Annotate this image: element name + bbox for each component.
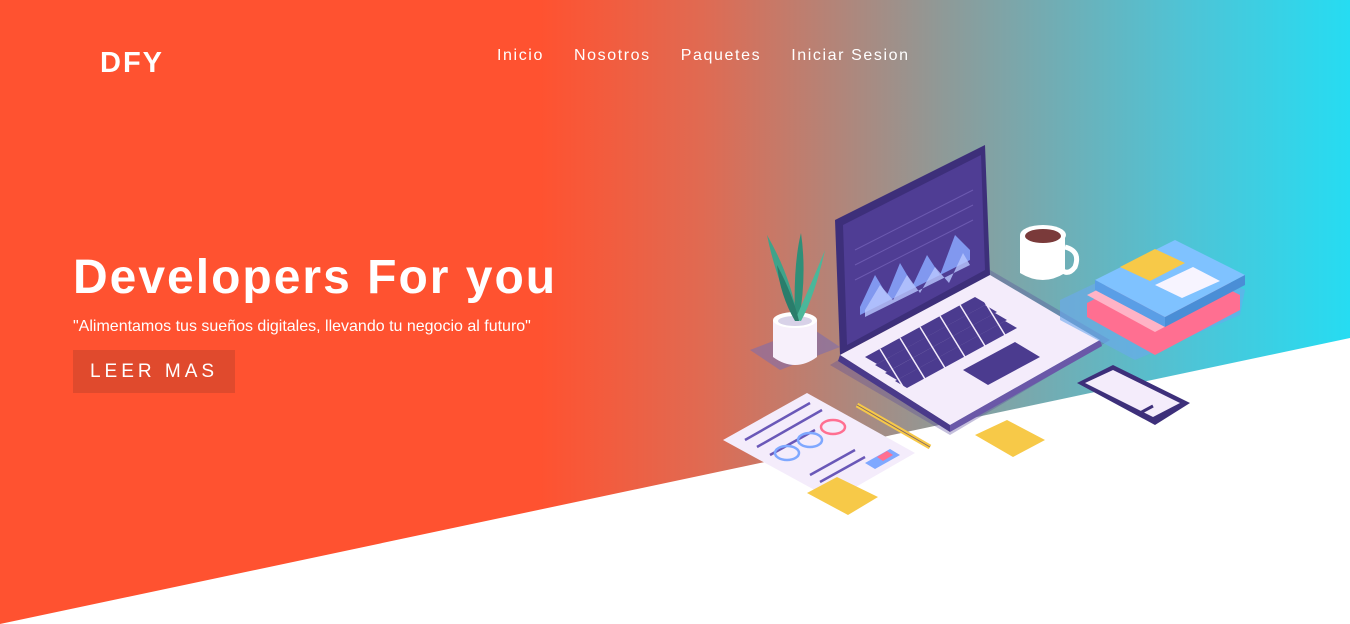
nav-link-nosotros[interactable]: Nosotros (574, 47, 651, 65)
hero-section: DFY Inicio Nosotros Paquetes Iniciar Ses… (0, 0, 1350, 624)
leer-mas-button[interactable]: LEER MAS (73, 350, 235, 393)
main-nav: Inicio Nosotros Paquetes Iniciar Sesion (497, 47, 940, 65)
nav-link-inicio[interactable]: Inicio (497, 47, 544, 65)
nav-link-paquetes[interactable]: Paquetes (681, 47, 761, 65)
nav-link-iniciar-sesion[interactable]: Iniciar Sesion (791, 47, 909, 65)
site-logo[interactable]: DFY (100, 47, 164, 80)
hero-title: Developers For you (73, 251, 558, 304)
workspace-laptop-illustration (723, 145, 1245, 515)
hero-subtitle: "Alimentamos tus sueños digitales, lleva… (73, 318, 531, 335)
